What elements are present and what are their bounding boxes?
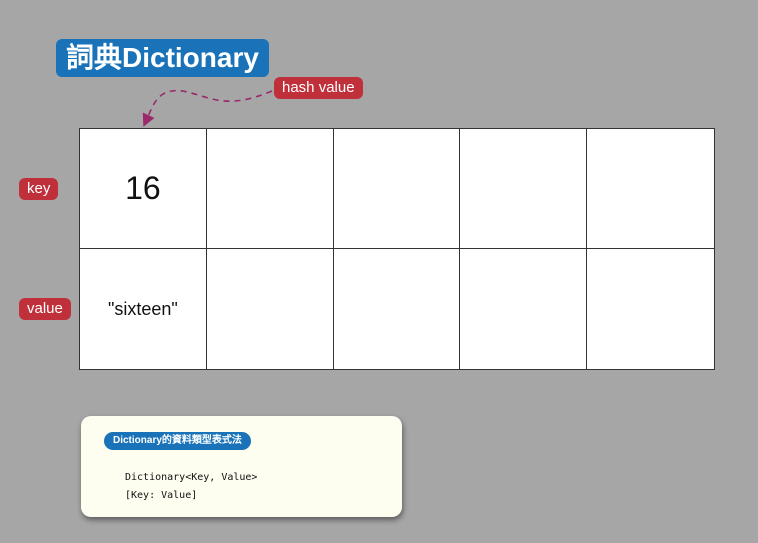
syntax-line: [Key: Value] bbox=[125, 490, 198, 501]
hash-value-label: hash value bbox=[274, 77, 363, 99]
key-cell bbox=[460, 129, 588, 249]
dictionary-table: 16 "sixteen" bbox=[79, 128, 715, 370]
value-cell bbox=[587, 249, 714, 369]
key-cell bbox=[587, 129, 714, 249]
syntax-card-title: Dictionary的資料類型表式法 bbox=[104, 432, 251, 450]
value-cell bbox=[207, 249, 334, 369]
key-cell bbox=[333, 129, 461, 249]
key-cell: 16 bbox=[80, 129, 207, 249]
key-cell bbox=[206, 129, 334, 249]
value-row-label: value bbox=[19, 298, 71, 320]
syntax-line: Dictionary<Key, Value> bbox=[125, 472, 258, 483]
syntax-card: Dictionary的資料類型表式法 Dictionary<Key, Value… bbox=[81, 416, 402, 517]
value-cell bbox=[460, 249, 588, 369]
value-cell bbox=[334, 249, 461, 369]
value-cell: "sixteen" bbox=[80, 249, 207, 369]
key-row-label: key bbox=[19, 178, 59, 200]
